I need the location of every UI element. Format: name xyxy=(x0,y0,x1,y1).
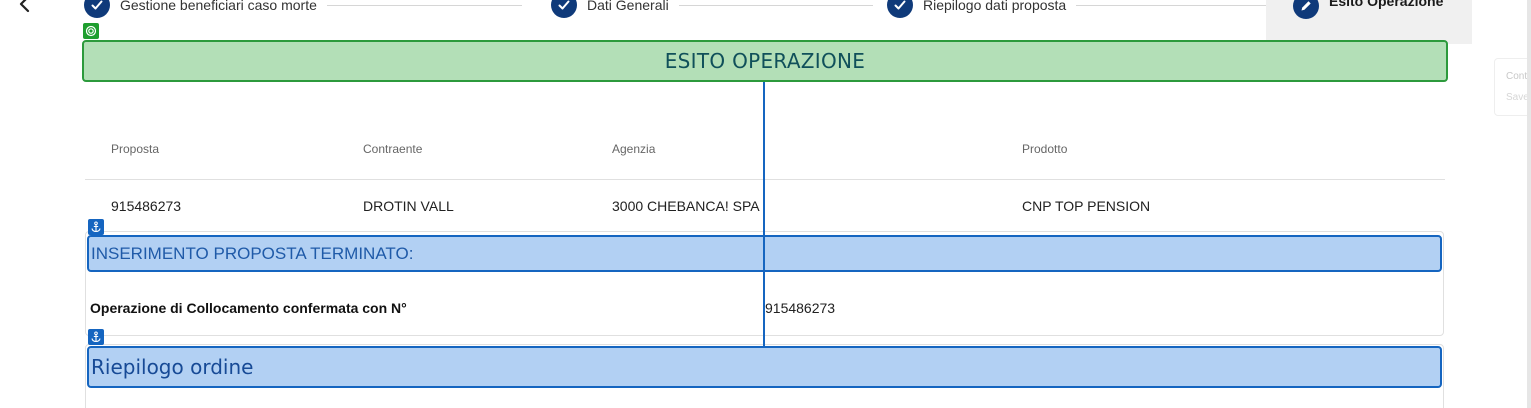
pencil-icon xyxy=(1301,1,1311,11)
back-button[interactable] xyxy=(14,0,36,16)
column-header: Prodotto xyxy=(1022,142,1068,156)
step-done-badge xyxy=(551,0,577,18)
step-connector xyxy=(678,4,873,6)
table-cell: 915486273 xyxy=(111,198,182,214)
chevron-left-icon xyxy=(19,0,30,13)
step-done-badge xyxy=(84,0,110,18)
check-icon xyxy=(894,0,906,10)
outcome-title: ESITO OPERAZIONE xyxy=(664,49,866,73)
target-icon xyxy=(85,25,97,37)
order-summary-header[interactable]: Riepilogo ordine xyxy=(87,346,1442,388)
side-panel-text: Cont xyxy=(1506,71,1528,82)
step-active-badge xyxy=(1293,0,1319,19)
confirmation-value: 915486273 xyxy=(765,300,836,316)
section-title: INSERIMENTO PROPOSTA TERMINATO: xyxy=(91,243,414,263)
check-icon xyxy=(91,0,103,10)
outcome-header: ESITO OPERAZIONE xyxy=(82,40,1448,82)
anchor-icon xyxy=(91,221,101,233)
table-cell: 3000 CHEBANCA! SPA xyxy=(612,198,760,214)
step-done-badge xyxy=(887,0,913,18)
side-panel-text: Save xyxy=(1506,92,1529,103)
confirmation-label: Operazione di Collocamento confermata co… xyxy=(90,300,407,316)
column-header: Agenzia xyxy=(612,142,656,156)
check-icon xyxy=(558,0,570,10)
step-label: Dati Generali xyxy=(587,0,669,13)
table-cell: DROTIN VALL xyxy=(363,198,454,214)
step-label: Esito Operazione xyxy=(1329,0,1444,9)
anchor-icon xyxy=(91,331,101,343)
element-marker xyxy=(88,219,104,235)
step-connector xyxy=(1076,4,1267,6)
step-connector xyxy=(326,4,522,6)
wizard-stepper: Gestione beneficiari caso morte Dati Gen… xyxy=(84,0,1472,44)
step-dati-generali[interactable]: Dati Generali xyxy=(551,0,873,22)
step-label: Riepilogo dati proposta xyxy=(923,0,1067,13)
step-riepilogo-dati[interactable]: Riepilogo dati proposta xyxy=(887,0,1267,22)
step-label: Gestione beneficiari caso morte xyxy=(120,0,317,13)
guide-line xyxy=(763,82,765,346)
side-panel: Cont Save xyxy=(1494,58,1531,116)
section-title: Riepilogo ordine xyxy=(91,355,254,379)
step-esito-operazione[interactable]: Esito Operazione xyxy=(1266,0,1472,44)
scrollbar[interactable] xyxy=(1527,0,1531,408)
column-header: Contraente xyxy=(363,142,423,156)
element-marker xyxy=(88,329,104,345)
divider xyxy=(85,179,1445,180)
step-gestione-beneficiari[interactable]: Gestione beneficiari caso morte xyxy=(84,0,522,22)
table-cell: CNP TOP PENSION xyxy=(1022,198,1151,214)
element-marker xyxy=(83,23,99,39)
column-header: Proposta xyxy=(111,142,160,156)
